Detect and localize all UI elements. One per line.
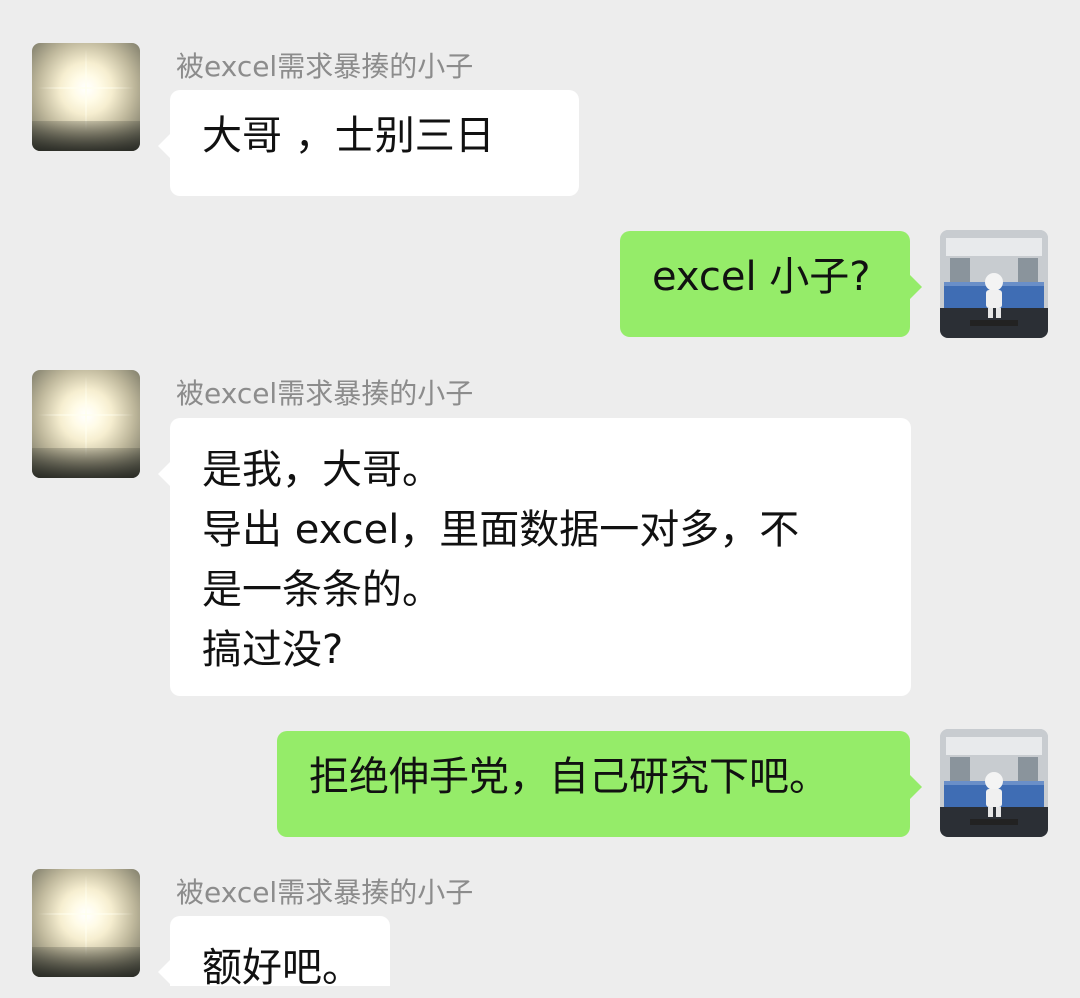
contact-avatar[interactable] bbox=[32, 43, 140, 151]
contact-avatar[interactable] bbox=[32, 869, 140, 977]
sender-name: 被excel需求暴揍的小子 bbox=[176, 50, 474, 83]
subway-astronaut-icon bbox=[940, 729, 1048, 837]
sun-glare bbox=[85, 49, 87, 131]
ground-shadow bbox=[32, 121, 140, 151]
ground-shadow bbox=[32, 947, 140, 977]
bubble-tail bbox=[158, 960, 170, 984]
bubble-tail bbox=[910, 775, 922, 799]
message-bubble-incoming[interactable]: 是我，大哥。 导出 excel，里面数据一对多，不 是一条条的。 搞过没? bbox=[158, 418, 911, 696]
message-text-line: 是一条条的。 bbox=[202, 567, 442, 613]
message-text-line: 搞过没? bbox=[202, 627, 344, 673]
message-text-line: 导出 excel，里面数据一对多，不 bbox=[202, 507, 800, 553]
subway-astronaut-icon bbox=[940, 230, 1048, 338]
sender-name: 被excel需求暴揍的小子 bbox=[176, 876, 474, 909]
my-avatar[interactable] bbox=[940, 729, 1048, 837]
message-bubble-outgoing[interactable]: excel 小子? bbox=[620, 231, 922, 337]
message-text: 额好吧。 bbox=[202, 945, 362, 991]
sender-name: 被excel需求暴揍的小子 bbox=[176, 377, 474, 410]
ground-shadow bbox=[32, 448, 140, 478]
contact-avatar[interactable] bbox=[32, 370, 140, 478]
message-bubble-incoming[interactable]: 额好吧。 bbox=[158, 916, 390, 991]
message-text-line: 是我，大哥。 bbox=[202, 447, 442, 493]
message-text: excel 小子? bbox=[652, 254, 871, 300]
my-avatar[interactable] bbox=[940, 230, 1048, 338]
bubble-tail bbox=[158, 462, 170, 486]
bubble-tail bbox=[158, 134, 170, 158]
message-bubble-outgoing[interactable]: 拒绝伸手党，自己研究下吧。 bbox=[277, 731, 922, 837]
message-text: 大哥 ，士别三日 bbox=[202, 113, 495, 159]
message-bubble-incoming[interactable]: 大哥 ，士别三日 bbox=[158, 90, 579, 196]
message-text: 拒绝伸手党，自己研究下吧。 bbox=[309, 754, 829, 800]
sun-glare bbox=[85, 376, 87, 458]
bubble-tail bbox=[910, 275, 922, 299]
sun-glare bbox=[85, 875, 87, 957]
